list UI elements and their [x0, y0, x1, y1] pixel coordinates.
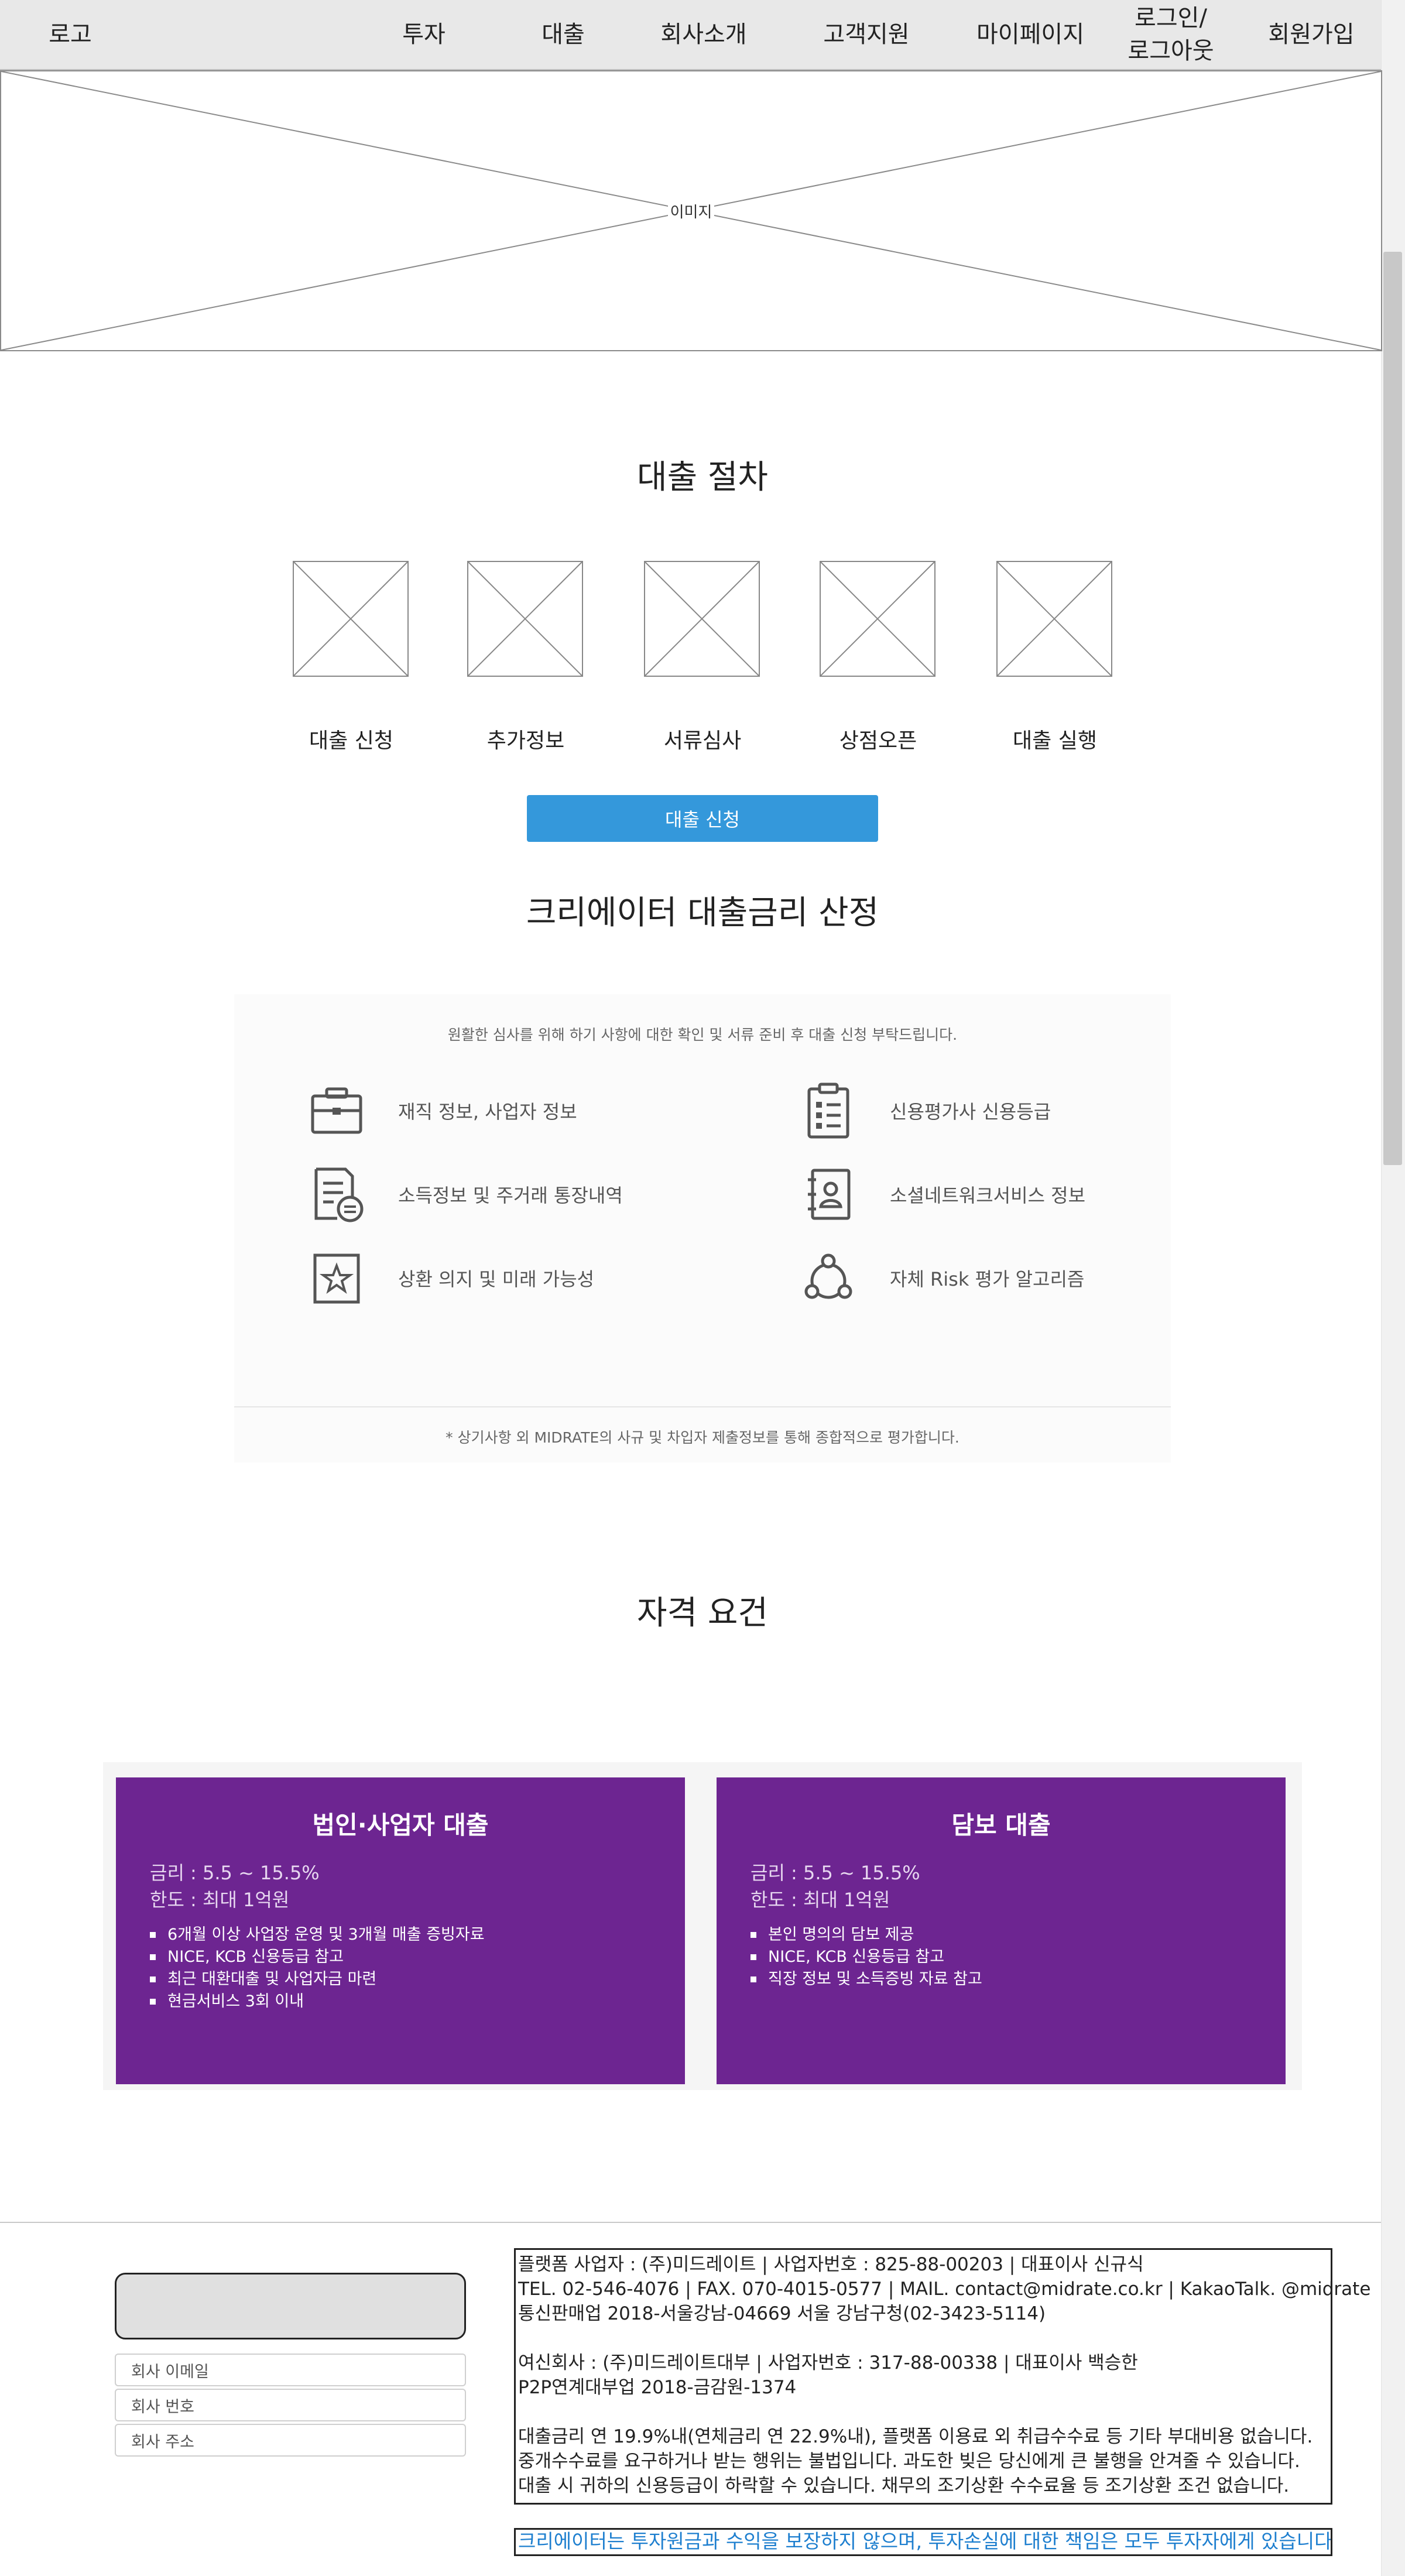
step-label-store-open: 상점오픈 — [839, 729, 917, 753]
step-label-additional-info: 추가정보 — [486, 729, 565, 753]
list-item: 최근 대환대출 및 사업자금 마련 — [150, 1968, 485, 1991]
criterion-label: 소셜네트워크서비스 정보 — [890, 1184, 1086, 1207]
company-address-field: 회사 주소 — [115, 2424, 466, 2457]
list-item: 직장 정보 및 소득증빙 자료 참고 — [751, 1968, 982, 1991]
criterion-label: 재직 정보, 사업자 정보 — [398, 1101, 577, 1123]
card-rate: 금리 : 5.5 ~ 15.5% — [150, 1862, 320, 1884]
card-title: 담보 대출 — [951, 1811, 1051, 1839]
rate-intro-text: 원활한 심사를 위해 하기 사항에 대한 확인 및 서류 준비 후 대출 신청 … — [447, 1026, 958, 1043]
card-requirements: 본인 명의의 담보 제공 NICE, KCB 신용등급 참고 직장 정보 및 소… — [751, 1924, 982, 1991]
list-item: NICE, KCB 신용등급 참고 — [751, 1946, 982, 1968]
contact-book-icon — [808, 1169, 851, 1220]
list-item: 현금서비스 3회 이내 — [150, 1991, 485, 2013]
star-frame-icon — [313, 1253, 360, 1304]
card-limit: 한도 : 최대 1억원 — [751, 1889, 890, 1911]
top-nav: 로고 투자 대출 회사소개 고객지원 마이페이지 로그인/ 로그아웃 회원가입 — [0, 0, 1381, 70]
company-email-field: 회사 이메일 — [115, 2354, 466, 2386]
nav-item-signup[interactable]: 회원가입 — [1253, 0, 1370, 69]
nav-item-mypage[interactable]: 마이페이지 — [960, 0, 1101, 69]
criterion-repayment: 상환 의지 및 미래 가능성 — [304, 1246, 594, 1310]
step-image-additional-info — [467, 561, 583, 677]
list-item: 6개월 이상 사업장 운영 및 3개월 매출 증빙자료 — [150, 1924, 485, 1946]
scrollbar-thumb[interactable] — [1383, 252, 1402, 1165]
step-image-document-review — [644, 561, 760, 677]
criterion-employment: 재직 정보, 사업자 정보 — [304, 1078, 577, 1143]
card-requirements: 6개월 이상 사업장 운영 및 3개월 매출 증빙자료 NICE, KCB 신용… — [150, 1924, 485, 2013]
nav-item-support[interactable]: 고객지원 — [808, 0, 925, 69]
panel-divider — [234, 1406, 1171, 1407]
company-info-box: 플랫폼 사업자 : (주)미드레이트 | 사업자번호 : 825-88-0020… — [514, 2248, 1371, 2505]
step-label-loan-execution: 대출 실행 — [1013, 729, 1097, 753]
rate-title: 크리에이터 대출금리 산정 — [526, 894, 879, 932]
rate-criteria-panel: 원활한 심사를 위해 하기 사항에 대한 확인 및 서류 준비 후 대출 신청 … — [234, 994, 1171, 1462]
info-line: 여신회사 : (주)미드레이트대부 | 사업자번호 : 317-88-00338… — [518, 2352, 1138, 2373]
info-line: 대출금리 연 19.9%내(연체금리 연 22.9%내), 플랫폼 이용료 외 … — [518, 2426, 1313, 2447]
document-coin-icon — [314, 1167, 364, 1222]
card-limit: 한도 : 최대 1억원 — [150, 1889, 290, 1911]
network-icon — [804, 1253, 852, 1299]
card-rate: 금리 : 5.5 ~ 15.5% — [751, 1862, 920, 1884]
info-line: 대출 시 귀하의 신용등급이 하락할 수 있습니다. 채무의 조기상환 수수료율… — [518, 2475, 1290, 2496]
step-image-loan-execution — [996, 561, 1112, 677]
info-line: 플랫폼 사업자 : (주)미드레이트 | 사업자번호 : 825-88-0020… — [518, 2254, 1144, 2275]
criterion-sns: 소셜네트워크서비스 정보 — [796, 1162, 1085, 1227]
criterion-label: 상환 의지 및 미래 가능성 — [398, 1268, 595, 1290]
info-line: P2P연계대부업 2018-금감원-1374 — [518, 2377, 797, 2398]
info-line: 통신판매업 2018-서울강남-04669 서울 강남구청(02-3423-51… — [518, 2303, 1046, 2324]
step-label-apply: 대출 신청 — [309, 729, 393, 753]
process-title: 대출 절차 — [637, 458, 768, 496]
hero-image-label: 이미지 — [667, 200, 715, 222]
loan-apply-button[interactable]: 대출 신청 — [527, 795, 878, 842]
logo[interactable]: 로고 — [23, 0, 117, 69]
step-image-apply — [293, 561, 409, 677]
info-line: 중개수수료를 요구하거나 받는 행위는 불법입니다. 과도한 빚은 당신에게 큰… — [518, 2451, 1300, 2472]
footer-divider — [0, 2222, 1381, 2223]
step-image-store-open — [820, 561, 935, 677]
nav-item-invest[interactable]: 투자 — [365, 0, 482, 69]
investment-warning: 크리에이터는 투자원금과 수익을 보장하지 않으며, 투자손실에 대한 책임은 … — [514, 2528, 1332, 2556]
rate-note-text: * 상기사항 외 MIDRATE의 사규 및 차입자 제출정보를 통해 종합적으… — [446, 1429, 959, 1446]
nav-item-loan[interactable]: 대출 — [505, 0, 622, 69]
nav-item-company[interactable]: 회사소개 — [645, 0, 762, 69]
company-phone-field: 회사 번호 — [115, 2389, 466, 2421]
nav-item-login-logout[interactable]: 로그인/ 로그아웃 — [1112, 0, 1229, 69]
criterion-label: 자체 Risk 평가 알고리즘 — [890, 1268, 1085, 1290]
briefcase-icon — [311, 1087, 362, 1134]
step-label-document-review: 서류심사 — [663, 729, 742, 753]
list-item: 본인 명의의 담보 제공 — [751, 1924, 982, 1946]
criterion-risk-algorithm: 자체 Risk 평가 알고리즘 — [796, 1246, 1084, 1310]
eligibility-card-collateral[interactable]: 담보 대출 금리 : 5.5 ~ 15.5% 한도 : 최대 1억원 본인 명의… — [717, 1777, 1286, 2084]
criterion-label: 신용평가사 신용등급 — [890, 1101, 1051, 1123]
criterion-label: 소득정보 및 주거래 통장내역 — [398, 1184, 623, 1207]
list-item: NICE, KCB 신용등급 참고 — [150, 1946, 485, 1968]
eligibility-title: 자격 요건 — [637, 1594, 768, 1632]
criterion-income: 소득정보 및 주거래 통장내역 — [304, 1162, 623, 1227]
info-line: TEL. 02-546-4076 | FAX. 070-4015-0577 | … — [518, 2279, 1371, 2300]
card-title: 법인·사업자 대출 — [312, 1811, 489, 1839]
footer-logo-placeholder — [115, 2273, 466, 2339]
hero-image-placeholder: 이미지 — [0, 70, 1382, 351]
eligibility-card-business[interactable]: 법인·사업자 대출 금리 : 5.5 ~ 15.5% 한도 : 최대 1억원 6… — [116, 1777, 685, 2084]
criterion-credit-rating: 신용평가사 신용등급 — [796, 1078, 1051, 1143]
clipboard-icon — [807, 1083, 849, 1139]
